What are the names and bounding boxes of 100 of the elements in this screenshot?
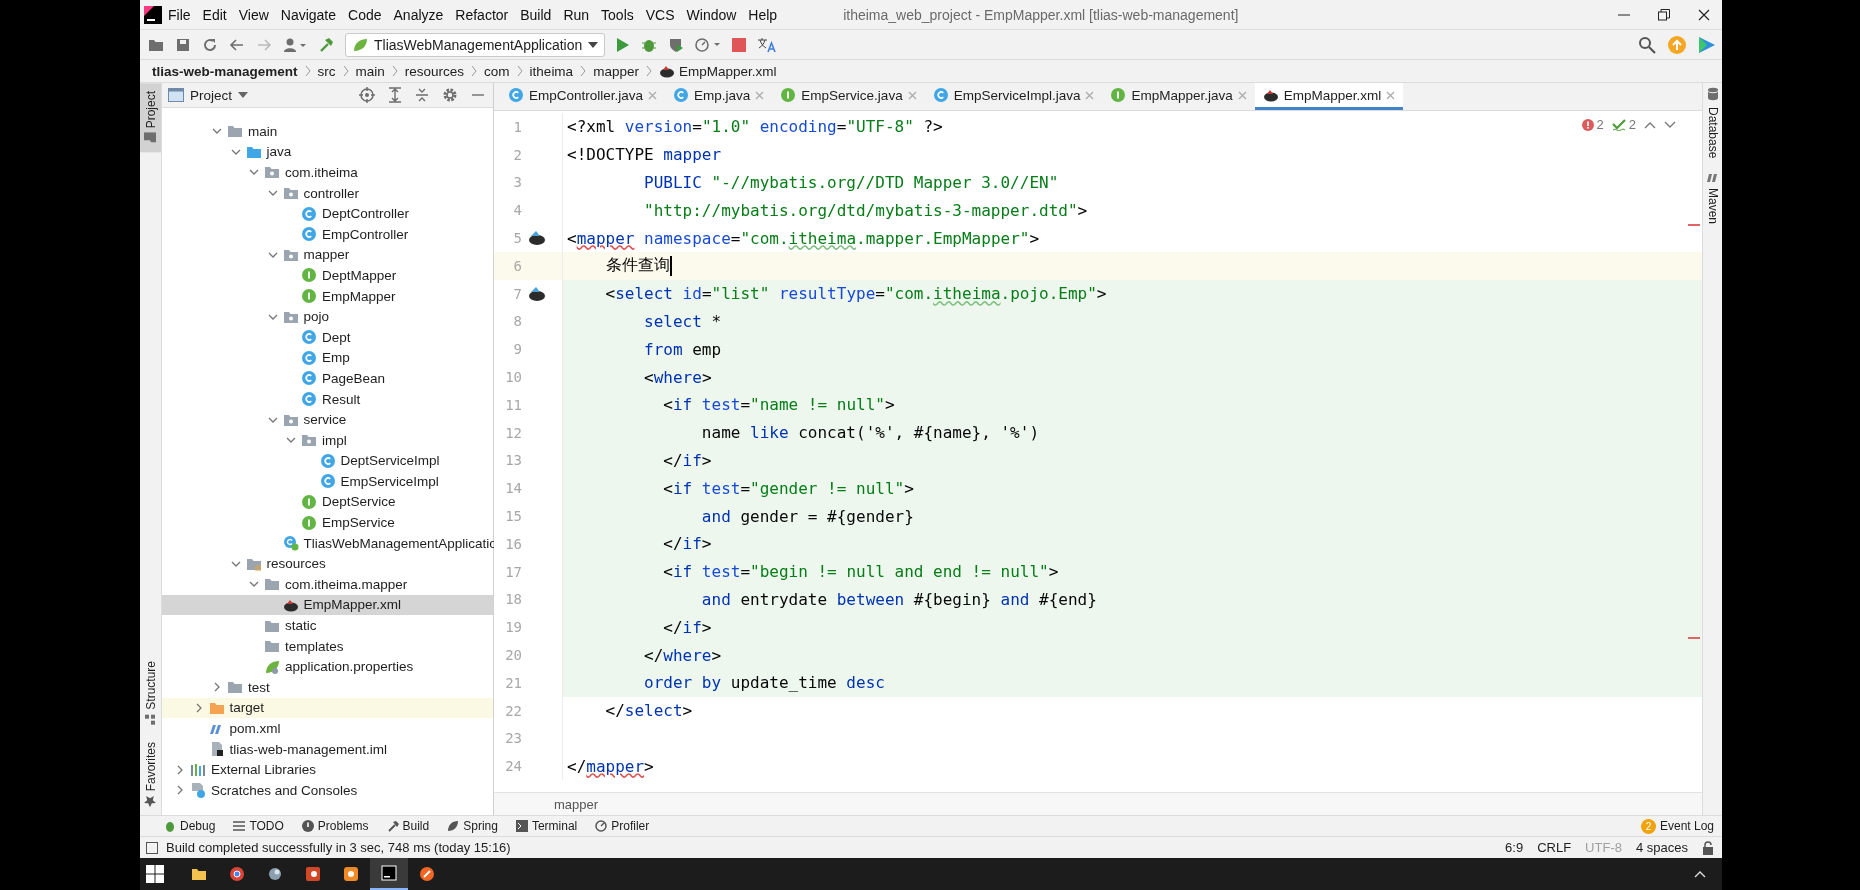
tree-item[interactable]: EmpController xyxy=(322,226,409,242)
caret-position[interactable]: 6:9 xyxy=(1505,840,1524,855)
editor-tab[interactable]: EmpController.java xyxy=(500,83,666,110)
tree-item[interactable]: tlias-web-management.iml xyxy=(229,741,388,757)
shield-icon[interactable] xyxy=(668,36,685,53)
menu-item[interactable]: Run xyxy=(557,4,596,25)
menu-item[interactable]: Code xyxy=(342,4,388,25)
editor-tab[interactable]: Emp.java xyxy=(665,83,773,110)
down-icon[interactable] xyxy=(1664,120,1676,129)
user-icon[interactable] xyxy=(283,36,307,53)
tree-item[interactable]: Dept xyxy=(322,329,351,345)
tool-window-tab[interactable]: Database xyxy=(1705,87,1720,159)
breadcrumb-item[interactable]: main xyxy=(355,63,385,79)
tree-item[interactable]: com.itheima.mapper xyxy=(285,576,408,592)
line-separator[interactable]: CRLF xyxy=(1537,840,1572,855)
breadcrumb-item[interactable]: mapper xyxy=(593,63,639,79)
menu-item[interactable]: Refactor xyxy=(449,4,515,25)
bird-icon[interactable] xyxy=(528,285,546,302)
run-configuration-dropdown[interactable]: TliasWebManagementApplication xyxy=(345,32,606,57)
typo-count[interactable]: 2 xyxy=(1611,117,1636,132)
tool-window-button[interactable]: Terminal xyxy=(515,819,578,833)
project-view-dropdown[interactable]: Project xyxy=(168,87,249,103)
panel-icon[interactable] xyxy=(146,841,158,854)
tool-window-tab[interactable]: Maven xyxy=(1705,172,1720,225)
tree-item[interactable]: DeptServiceImpl xyxy=(340,453,440,469)
translate-icon[interactable] xyxy=(757,36,778,53)
event-log-button[interactable]: 2 Event Log xyxy=(1640,818,1722,834)
tool-window-button[interactable]: Problems xyxy=(301,819,369,833)
tree-item[interactable]: main xyxy=(248,123,278,139)
tree-item[interactable]: EmpService xyxy=(322,515,395,531)
crosshair-icon[interactable] xyxy=(359,87,375,103)
menu-item[interactable]: Build xyxy=(514,4,558,25)
breadcrumb-item[interactable]: EmpMapper.xml xyxy=(678,63,777,79)
tree-item[interactable]: Emp xyxy=(322,350,350,366)
menu-item[interactable]: File xyxy=(162,4,197,25)
search-icon[interactable] xyxy=(1638,35,1656,54)
tree-item[interactable]: service xyxy=(303,412,347,428)
tool-window-button[interactable]: Spring xyxy=(447,819,498,833)
tree-item[interactable]: target xyxy=(229,700,265,716)
expand-all-icon[interactable] xyxy=(388,87,402,103)
tool-window-button[interactable]: Profiler xyxy=(595,819,650,833)
tree-item[interactable]: EmpMapper xyxy=(322,288,396,304)
breadcrumb-item[interactable]: resources xyxy=(404,63,465,79)
tree-item[interactable]: TliasWebManagementApplicatio xyxy=(303,535,497,551)
refresh-icon[interactable] xyxy=(202,36,218,53)
tool-window-button[interactable]: Build xyxy=(386,819,430,833)
plugin-logo-icon[interactable] xyxy=(1698,35,1716,54)
tree-item[interactable]: application.properties xyxy=(285,659,414,675)
tool-window-tab[interactable]: Project xyxy=(140,83,161,153)
breadcrumb-item[interactable]: tlias-web-management xyxy=(152,63,298,79)
settings-icon[interactable] xyxy=(442,87,458,103)
tree-item[interactable]: impl xyxy=(322,432,347,448)
editor-tab[interactable]: EmpService.java xyxy=(772,83,925,110)
tree-item[interactable]: static xyxy=(285,618,317,634)
menu-item[interactable]: Help xyxy=(742,4,784,25)
up-icon[interactable] xyxy=(1644,120,1656,129)
tree-item[interactable]: EmpServiceImpl xyxy=(340,473,439,489)
tree-item[interactable]: test xyxy=(248,679,270,695)
tool-window-button[interactable]: Debug xyxy=(164,819,216,833)
tree-item[interactable]: controller xyxy=(303,185,360,201)
tree-item[interactable]: DeptController xyxy=(322,206,410,222)
menu-item[interactable]: Window xyxy=(680,4,743,25)
tool-window-tab[interactable]: Structure xyxy=(140,652,161,734)
gauge-icon[interactable] xyxy=(695,36,722,53)
breadcrumb-item[interactable]: src xyxy=(317,63,336,79)
menu-item[interactable]: VCS xyxy=(639,4,681,25)
indent-setting[interactable]: 4 spaces xyxy=(1635,840,1688,855)
breadcrumb-item[interactable]: mapper xyxy=(554,796,599,812)
tree-item[interactable]: resources xyxy=(266,556,326,572)
tree-item[interactable]: Result xyxy=(322,391,361,407)
collapse-all-icon[interactable] xyxy=(415,87,429,103)
tool-window-tab[interactable]: Favorites xyxy=(140,733,161,815)
save-icon[interactable] xyxy=(175,36,191,53)
menu-item[interactable]: Tools xyxy=(595,4,640,25)
menu-item[interactable]: Analyze xyxy=(387,4,450,25)
tree-item[interactable]: mapper xyxy=(303,247,350,263)
chevron-up-icon[interactable] xyxy=(1694,870,1706,878)
taskbar-button[interactable] xyxy=(370,858,408,890)
tree-item[interactable]: DeptMapper xyxy=(322,267,397,283)
run-icon[interactable] xyxy=(616,36,631,53)
editor-tab[interactable]: EmpServiceImpl.java xyxy=(924,83,1103,110)
tree-item[interactable]: PageBean xyxy=(322,370,386,386)
tree-item[interactable]: DeptService xyxy=(322,494,396,510)
tree-item[interactable]: Scratches and Consoles xyxy=(211,782,358,798)
close-icon[interactable] xyxy=(1698,8,1710,21)
breadcrumb-item[interactable]: com xyxy=(484,63,510,79)
stop-icon[interactable] xyxy=(732,37,747,52)
tree-item[interactable]: templates xyxy=(285,638,344,654)
tree-item[interactable]: External Libraries xyxy=(211,762,317,778)
tree-item[interactable]: com.itheima xyxy=(285,165,358,180)
lock-icon[interactable] xyxy=(1702,840,1714,855)
bird-icon[interactable] xyxy=(528,230,546,247)
tool-window-button[interactable]: TODO xyxy=(233,819,284,833)
tree-item[interactable]: java xyxy=(266,144,292,160)
editor-tab[interactable]: EmpMapper.xml xyxy=(1254,83,1404,110)
menu-item[interactable]: Navigate xyxy=(274,4,343,25)
editor-tab[interactable]: EmpMapper.java xyxy=(1102,83,1255,110)
start-icon[interactable] xyxy=(146,865,164,883)
app-logo-icon[interactable] xyxy=(144,5,162,24)
menu-item[interactable]: View xyxy=(232,4,275,25)
